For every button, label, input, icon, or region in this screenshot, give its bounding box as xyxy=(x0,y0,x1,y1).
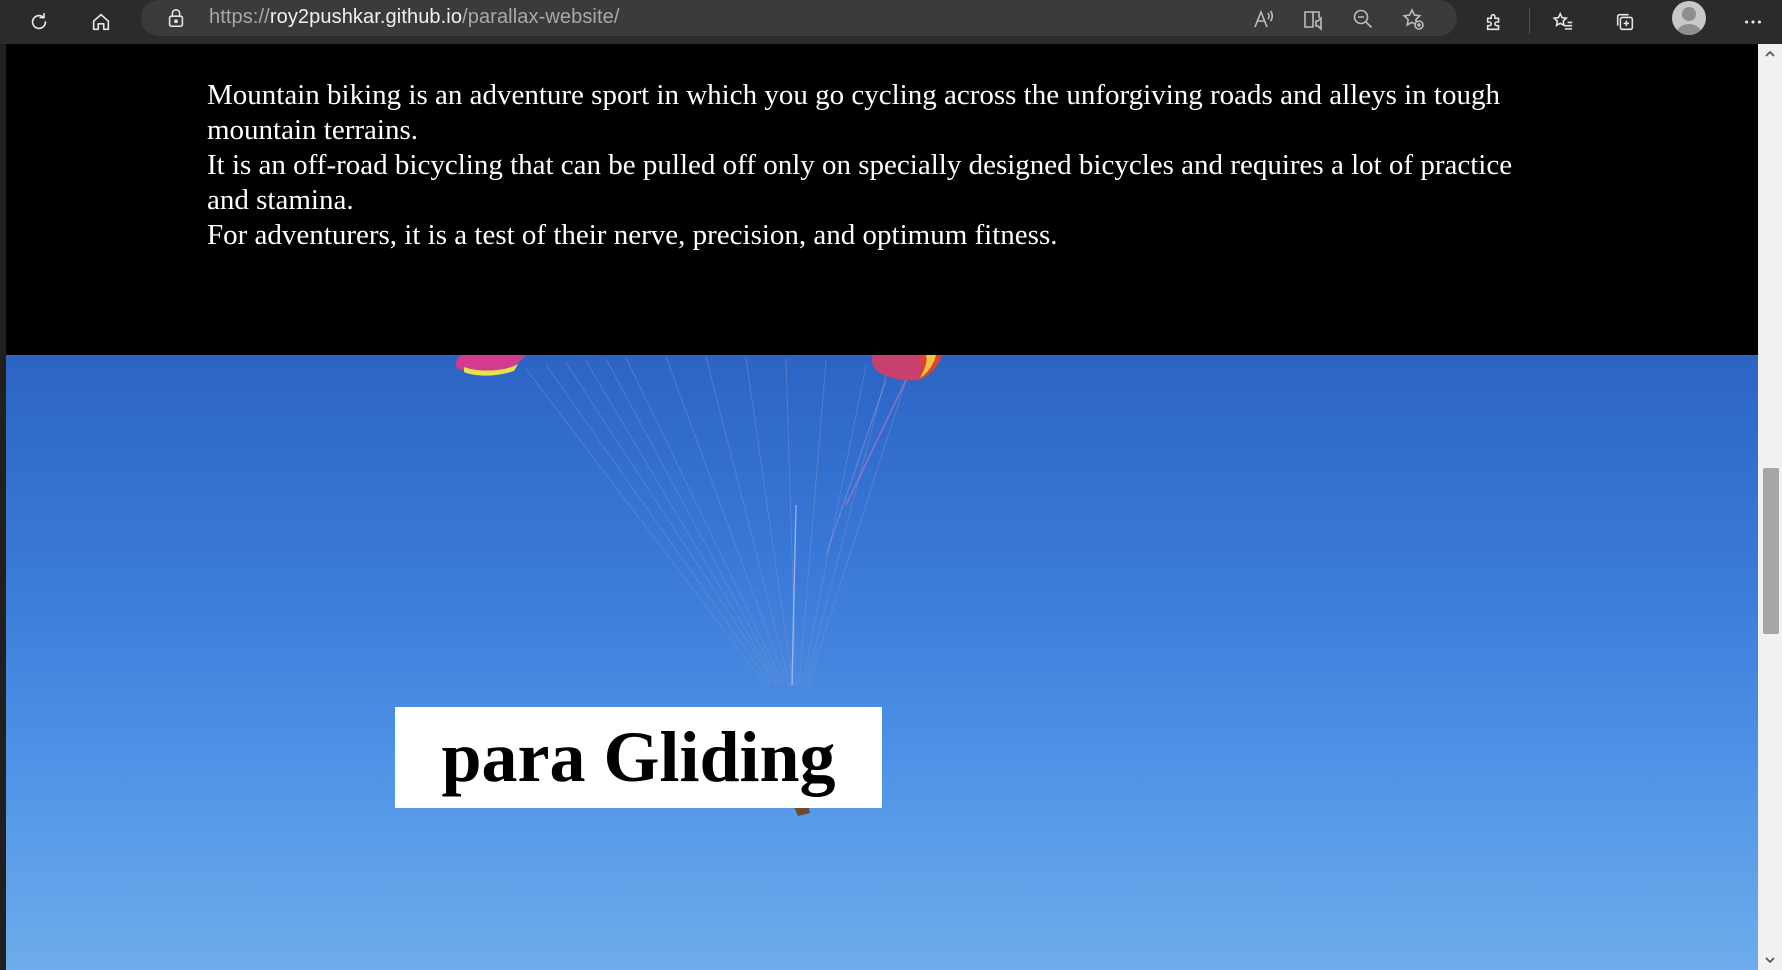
add-favorite-icon xyxy=(1402,8,1424,30)
section-title-box: para Gliding xyxy=(395,707,882,808)
read-aloud-icon xyxy=(1254,9,1273,28)
extensions-icon xyxy=(1486,13,1500,31)
scroll-down-arrow-icon[interactable] xyxy=(1764,954,1776,966)
paragraph-line: Mountain biking is an adventure sport in… xyxy=(207,79,1500,146)
extensions-button[interactable] xyxy=(1476,4,1512,40)
more-button[interactable] xyxy=(1735,4,1771,40)
url-text[interactable]: https://roy2pushkar.github.io/parallax-w… xyxy=(209,6,620,29)
home-button[interactable] xyxy=(83,4,119,40)
favorites-button[interactable] xyxy=(1545,4,1581,40)
zoom-out-button[interactable] xyxy=(1347,4,1379,34)
home-icon xyxy=(92,13,110,31)
paragliding-background-image: para Gliding xyxy=(6,355,1758,970)
collections-button[interactable] xyxy=(1607,4,1643,40)
immersive-reader-button[interactable] xyxy=(1298,4,1330,34)
read-aloud-button[interactable] xyxy=(1248,4,1280,34)
refresh-icon xyxy=(31,12,47,30)
refresh-button[interactable] xyxy=(21,4,57,40)
profile-icon xyxy=(1676,7,1702,35)
collections-icon xyxy=(1616,13,1634,31)
favorites-icon xyxy=(1552,11,1573,30)
profile-avatar[interactable] xyxy=(1672,1,1706,35)
immersive-reader-icon xyxy=(1304,11,1322,31)
vertical-scrollbar[interactable] xyxy=(1758,44,1782,970)
description-paragraph: Mountain biking is an adventure sport in… xyxy=(207,78,1547,253)
scrollbar-thumb[interactable] xyxy=(1763,468,1779,634)
paraglider-illustration xyxy=(455,355,942,816)
browser-toolbar: https://roy2pushkar.github.io/parallax-w… xyxy=(0,0,1782,44)
paragraph-line: For adventurers, it is a test of their n… xyxy=(207,219,1058,251)
toolbar-divider xyxy=(1529,8,1530,34)
section-title: para Gliding xyxy=(441,716,836,797)
address-bar[interactable]: https://roy2pushkar.github.io/parallax-w… xyxy=(141,0,1457,36)
lock-icon[interactable] xyxy=(165,7,187,29)
add-favorite-button[interactable] xyxy=(1397,4,1429,34)
paragraph-line: It is an off-road bicycling that can be … xyxy=(207,149,1513,216)
text-section: Mountain biking is an adventure sport in… xyxy=(6,44,1758,355)
page-viewport: Mountain biking is an adventure sport in… xyxy=(6,44,1758,970)
scroll-up-arrow-icon[interactable] xyxy=(1764,48,1776,60)
zoom-out-icon xyxy=(1353,9,1373,29)
more-icon xyxy=(1745,20,1761,24)
